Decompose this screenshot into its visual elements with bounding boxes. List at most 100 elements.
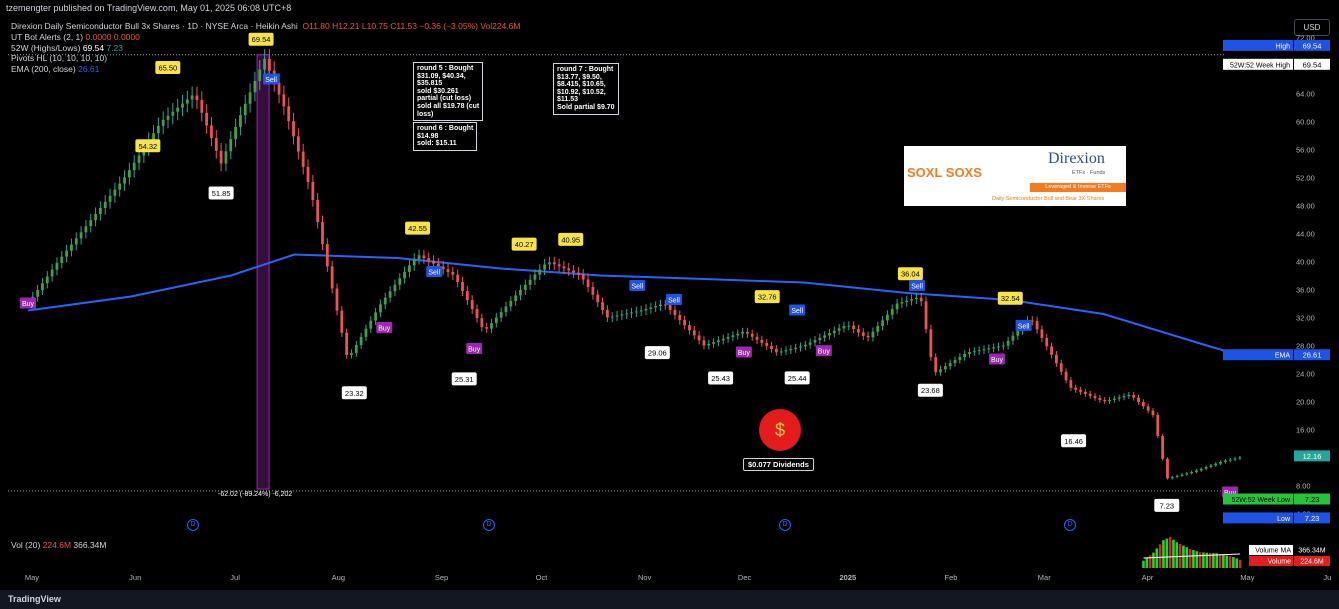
candle-body [871, 331, 875, 338]
candle-body [538, 269, 542, 275]
candle-body [1045, 337, 1049, 347]
candle-body [456, 274, 460, 283]
candle-body [1195, 470, 1198, 472]
candle-body [229, 139, 233, 152]
last-price-tag-value: 12.16 [1303, 452, 1322, 461]
candle-body [1141, 402, 1145, 407]
volume-bar [1238, 559, 1242, 568]
candle-body [316, 199, 320, 223]
candle-body [523, 284, 527, 290]
candle-body [156, 125, 160, 134]
volume-legend[interactable]: Vol (20) 224.6M 366.34M [11, 540, 107, 550]
candle-body [774, 348, 778, 352]
candle-body [861, 332, 865, 336]
candle-body [176, 107, 180, 112]
volume-bar [1215, 553, 1219, 568]
candle-body [132, 162, 136, 171]
candle-body [808, 342, 812, 345]
dividend-marker-icon[interactable]: D [779, 519, 791, 531]
x-tick-label: Feb [945, 573, 958, 582]
candle-body [586, 279, 590, 288]
candle-body [118, 183, 122, 190]
logo-brand: Direxion [1048, 150, 1105, 167]
candle-body [1209, 465, 1213, 468]
candle-body [451, 271, 455, 275]
candle-body [1088, 393, 1092, 396]
candle-body [214, 138, 218, 151]
dividend-marker-icon[interactable]: D [1064, 519, 1076, 531]
x-tick-label: Aug [332, 573, 345, 582]
signal-label: Buy [468, 347, 481, 354]
candle-body [919, 297, 923, 302]
volume-bar [1195, 551, 1199, 568]
candle-body [750, 333, 754, 337]
pivot-value: 7.23 [1159, 501, 1174, 510]
y-tick-label: 64.00 [1296, 90, 1315, 99]
ema-tag-label: EMA [1275, 353, 1291, 360]
candle-body [364, 328, 368, 337]
candle-body [581, 274, 585, 280]
candle-body [900, 302, 904, 304]
price-chart[interactable]: May Jun Jul Aug Sep Oct Nov Dec 2025 Feb Mar Apr May… [0, 0, 1339, 590]
candle-body [509, 300, 513, 307]
pivot-value: 32.54 [1001, 294, 1020, 303]
candle-body [210, 125, 213, 139]
x-tick-label: Apr [1142, 573, 1154, 582]
candle-body [84, 226, 88, 233]
volume-bar [1198, 552, 1202, 568]
pivot-value: 23.68 [921, 386, 940, 395]
candle-body [697, 335, 701, 341]
candle-body [267, 58, 271, 71]
pivot-value: 51.85 [212, 189, 231, 198]
volume-axis-value: 224.6M [1300, 559, 1324, 566]
footer-bar: TradingView [0, 590, 1339, 609]
candle-body [408, 265, 411, 272]
signal-label: Sell [791, 308, 803, 315]
signal-label: Sell [911, 284, 923, 291]
x-tick-label: 2025 [839, 573, 856, 582]
candle-body [779, 351, 783, 353]
dividend-marker-icon[interactable]: D [483, 519, 495, 531]
candle-body [1074, 387, 1078, 390]
candle-body [1001, 345, 1005, 347]
candle-body [1219, 461, 1222, 464]
candle-body [335, 288, 339, 311]
dividend-marker-icon[interactable]: D [187, 519, 199, 531]
pivot-value: 65.50 [158, 64, 177, 73]
candle-body [1224, 460, 1227, 462]
candle-body [659, 304, 662, 306]
candle-body [321, 222, 324, 245]
pivot-value: 16.46 [1064, 437, 1083, 446]
volume-bar [1152, 552, 1155, 568]
candle-body [239, 115, 242, 127]
volume-label: Volume [1268, 559, 1291, 566]
candle-body [625, 313, 629, 315]
volume-bar [1142, 560, 1145, 568]
candle-body [654, 306, 658, 308]
volume-bar [1225, 555, 1229, 568]
candle-body [963, 353, 967, 358]
volume-bar [1165, 538, 1169, 568]
candle-body [89, 220, 93, 227]
candle-body [1204, 467, 1208, 469]
volume-bar [1188, 548, 1192, 568]
candle-body [1103, 399, 1107, 402]
candle-body [953, 360, 957, 364]
candle-body [601, 302, 604, 310]
candle-body [234, 126, 237, 140]
candle-body [1016, 330, 1020, 336]
candle-body [1117, 397, 1121, 399]
candle-body [1146, 406, 1150, 411]
money-bag-icon[interactable]: $ [759, 409, 801, 451]
pivot-value: 69.54 [252, 35, 271, 44]
candle-body [74, 238, 78, 245]
candle-body [195, 95, 199, 101]
round6-note: round 6 : Bought $14.98 sold: $15.11 [413, 122, 478, 151]
candle-body [552, 262, 556, 265]
tradingview-logo[interactable]: TradingView [8, 594, 61, 604]
candle-body [852, 325, 856, 330]
pivot-value: 25.43 [711, 374, 730, 383]
candle-body [832, 330, 836, 334]
candle-body [412, 258, 416, 266]
candle-body [461, 282, 464, 292]
